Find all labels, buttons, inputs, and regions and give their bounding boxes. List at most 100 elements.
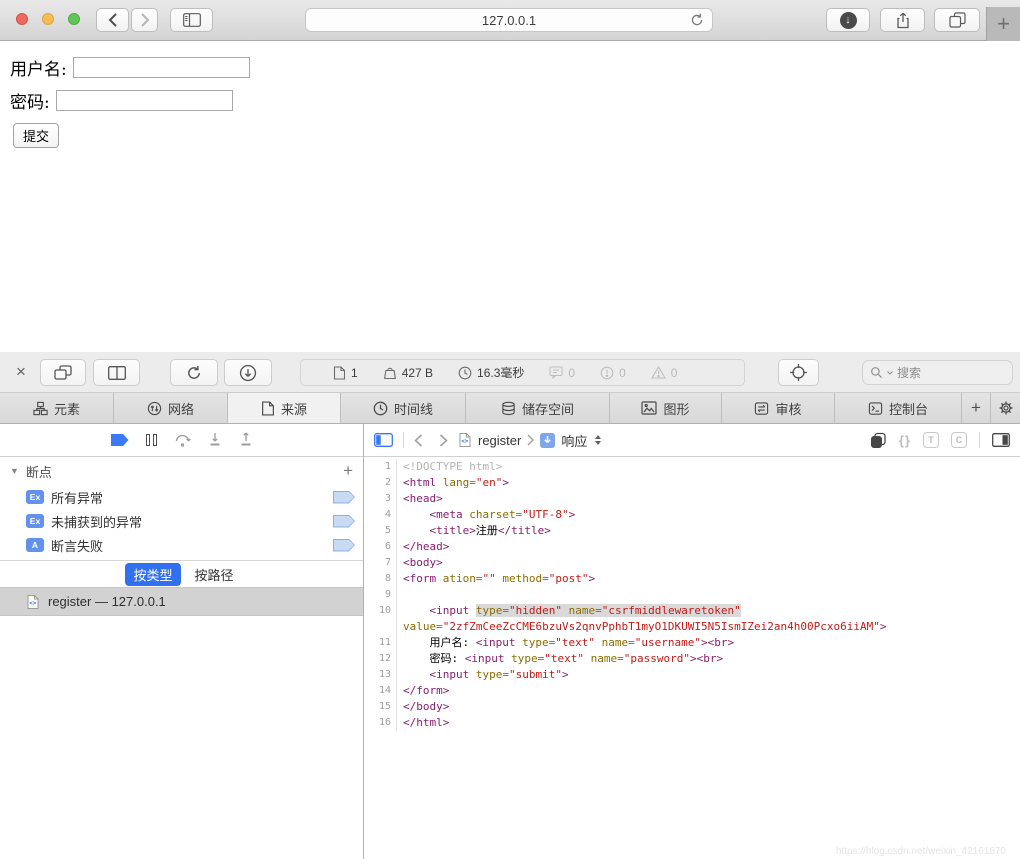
submit-button[interactable]: 提交: [13, 123, 59, 148]
code-line: 7<body>: [364, 555, 1020, 571]
copy-icon[interactable]: [870, 432, 887, 449]
elements-icon: [33, 401, 48, 416]
exception-badge-icon: Ex: [26, 514, 44, 528]
zoom-window-button[interactable]: [68, 13, 80, 25]
line-number[interactable]: 11: [364, 635, 397, 651]
close-inspector-button[interactable]: ×: [12, 362, 30, 382]
warning-triangle-icon: [651, 366, 666, 379]
forward-button[interactable]: [131, 8, 158, 32]
line-number[interactable]: 2: [364, 475, 397, 491]
line-number[interactable]: 4: [364, 507, 397, 523]
breakpoints-toggle-icon[interactable]: [111, 434, 129, 446]
step-into-icon[interactable]: [208, 432, 222, 448]
new-tab-button[interactable]: +: [986, 7, 1020, 41]
line-number[interactable]: 16: [364, 715, 397, 731]
audit-arrows-icon: [754, 401, 769, 416]
username-input[interactable]: [73, 57, 250, 78]
code-text: <title>注册</title>: [397, 523, 551, 539]
source-mode-button[interactable]: C: [951, 432, 967, 448]
right-sidebar-toggle-icon[interactable]: [992, 433, 1010, 447]
pause-icon[interactable]: [146, 434, 157, 446]
password-row: 密码:: [10, 88, 1010, 113]
tab-console[interactable]: 控制台: [835, 393, 962, 423]
view-selector-stepper-icon[interactable]: [595, 435, 601, 445]
add-tab-button[interactable]: +: [962, 393, 991, 423]
line-number[interactable]: 13: [364, 667, 397, 683]
element-picker-button[interactable]: [778, 359, 819, 386]
tab-graphics[interactable]: 图形: [610, 393, 722, 423]
share-icon: [895, 12, 911, 29]
group-by-path-button[interactable]: 按路径: [191, 563, 238, 586]
reload-button[interactable]: [689, 12, 705, 31]
breakpoints-section-header[interactable]: ▼ 断点 +: [0, 457, 363, 485]
html-document-icon: <>: [26, 594, 40, 610]
breakpoint-flag-icon[interactable]: [333, 515, 355, 528]
inspector-search-field[interactable]: [862, 360, 1013, 385]
code-line: 4 <meta charset="UTF-8">: [364, 507, 1020, 523]
username-label: 用户名:: [10, 55, 67, 80]
divider: [403, 432, 404, 448]
show-tabs-button[interactable]: [934, 8, 980, 32]
code-line: 13 <input type="submit">: [364, 667, 1020, 683]
line-number[interactable]: 10: [364, 603, 397, 619]
divider: [979, 432, 980, 448]
step-over-icon[interactable]: [174, 432, 191, 448]
left-sidebar-toggle-icon[interactable]: [374, 433, 393, 447]
password-input[interactable]: [56, 90, 233, 111]
tab-timelines[interactable]: 时间线: [341, 393, 466, 423]
inspector-reload-button[interactable]: [170, 359, 218, 386]
group-by-type-button[interactable]: 按类型: [125, 563, 180, 586]
sidebar-toggle-button[interactable]: [170, 8, 213, 32]
inspector-settings-button[interactable]: [991, 393, 1020, 423]
add-breakpoint-button[interactable]: +: [343, 461, 353, 481]
history-back-icon[interactable]: [414, 434, 423, 447]
reload-icon: [185, 364, 203, 382]
line-number[interactable]: 12: [364, 651, 397, 667]
line-number[interactable]: 15: [364, 699, 397, 715]
line-number[interactable]: 5: [364, 523, 397, 539]
tab-sources[interactable]: 来源: [228, 393, 341, 423]
line-number[interactable]: 6: [364, 539, 397, 555]
code-line: 2<html lang="en">: [364, 475, 1020, 491]
line-number[interactable]: 14: [364, 683, 397, 699]
breakpoint-uncaught-exceptions[interactable]: Ex 未捕获到的异常: [0, 509, 363, 533]
code-line: 11 用户名: <input type="text" name="usernam…: [364, 635, 1020, 651]
debugger-controls: [0, 424, 363, 457]
search-input[interactable]: [897, 366, 987, 380]
step-out-icon[interactable]: [239, 432, 253, 448]
line-number[interactable]: 8: [364, 571, 397, 587]
back-button[interactable]: [96, 8, 129, 32]
text-mode-button[interactable]: T: [923, 432, 939, 448]
breadcrumb-view[interactable]: 响应: [561, 431, 587, 450]
history-forward-icon[interactable]: [439, 434, 448, 447]
dock-side-button[interactable]: [93, 359, 140, 386]
breakpoint-flag-icon[interactable]: [333, 539, 355, 552]
code-text: </head>: [397, 539, 449, 555]
resource-row-register[interactable]: <> register — 127.0.0.1: [0, 588, 363, 616]
undock-button[interactable]: [40, 359, 86, 386]
save-resource-button[interactable]: [224, 359, 272, 386]
tab-network[interactable]: 网络: [114, 393, 228, 423]
response-icon: [540, 433, 555, 448]
disclosure-triangle-icon[interactable]: ▼: [10, 466, 19, 476]
tab-storage[interactable]: 储存空间: [466, 393, 610, 423]
code-text: [397, 587, 403, 603]
pretty-print-button[interactable]: {}: [899, 433, 911, 448]
line-number[interactable]: [364, 619, 397, 635]
tab-audit[interactable]: 审核: [722, 393, 835, 423]
address-bar[interactable]: 127.0.0.1: [305, 8, 713, 32]
breadcrumb-resource[interactable]: register: [478, 433, 521, 448]
breakpoint-assertion-failures[interactable]: A 断言失败: [0, 533, 363, 557]
stat-time: 16.3毫秒: [458, 364, 524, 381]
line-number[interactable]: 1: [364, 459, 397, 475]
line-number[interactable]: 3: [364, 491, 397, 507]
close-window-button[interactable]: [16, 13, 28, 25]
tab-elements[interactable]: 元素: [0, 393, 114, 423]
breakpoint-all-exceptions[interactable]: Ex 所有异常: [0, 485, 363, 509]
line-number[interactable]: 9: [364, 587, 397, 603]
share-button[interactable]: [880, 8, 925, 32]
breakpoint-flag-icon[interactable]: [333, 491, 355, 504]
downloads-button[interactable]: ↓: [826, 8, 870, 32]
line-number[interactable]: 7: [364, 555, 397, 571]
minimize-window-button[interactable]: [42, 13, 54, 25]
